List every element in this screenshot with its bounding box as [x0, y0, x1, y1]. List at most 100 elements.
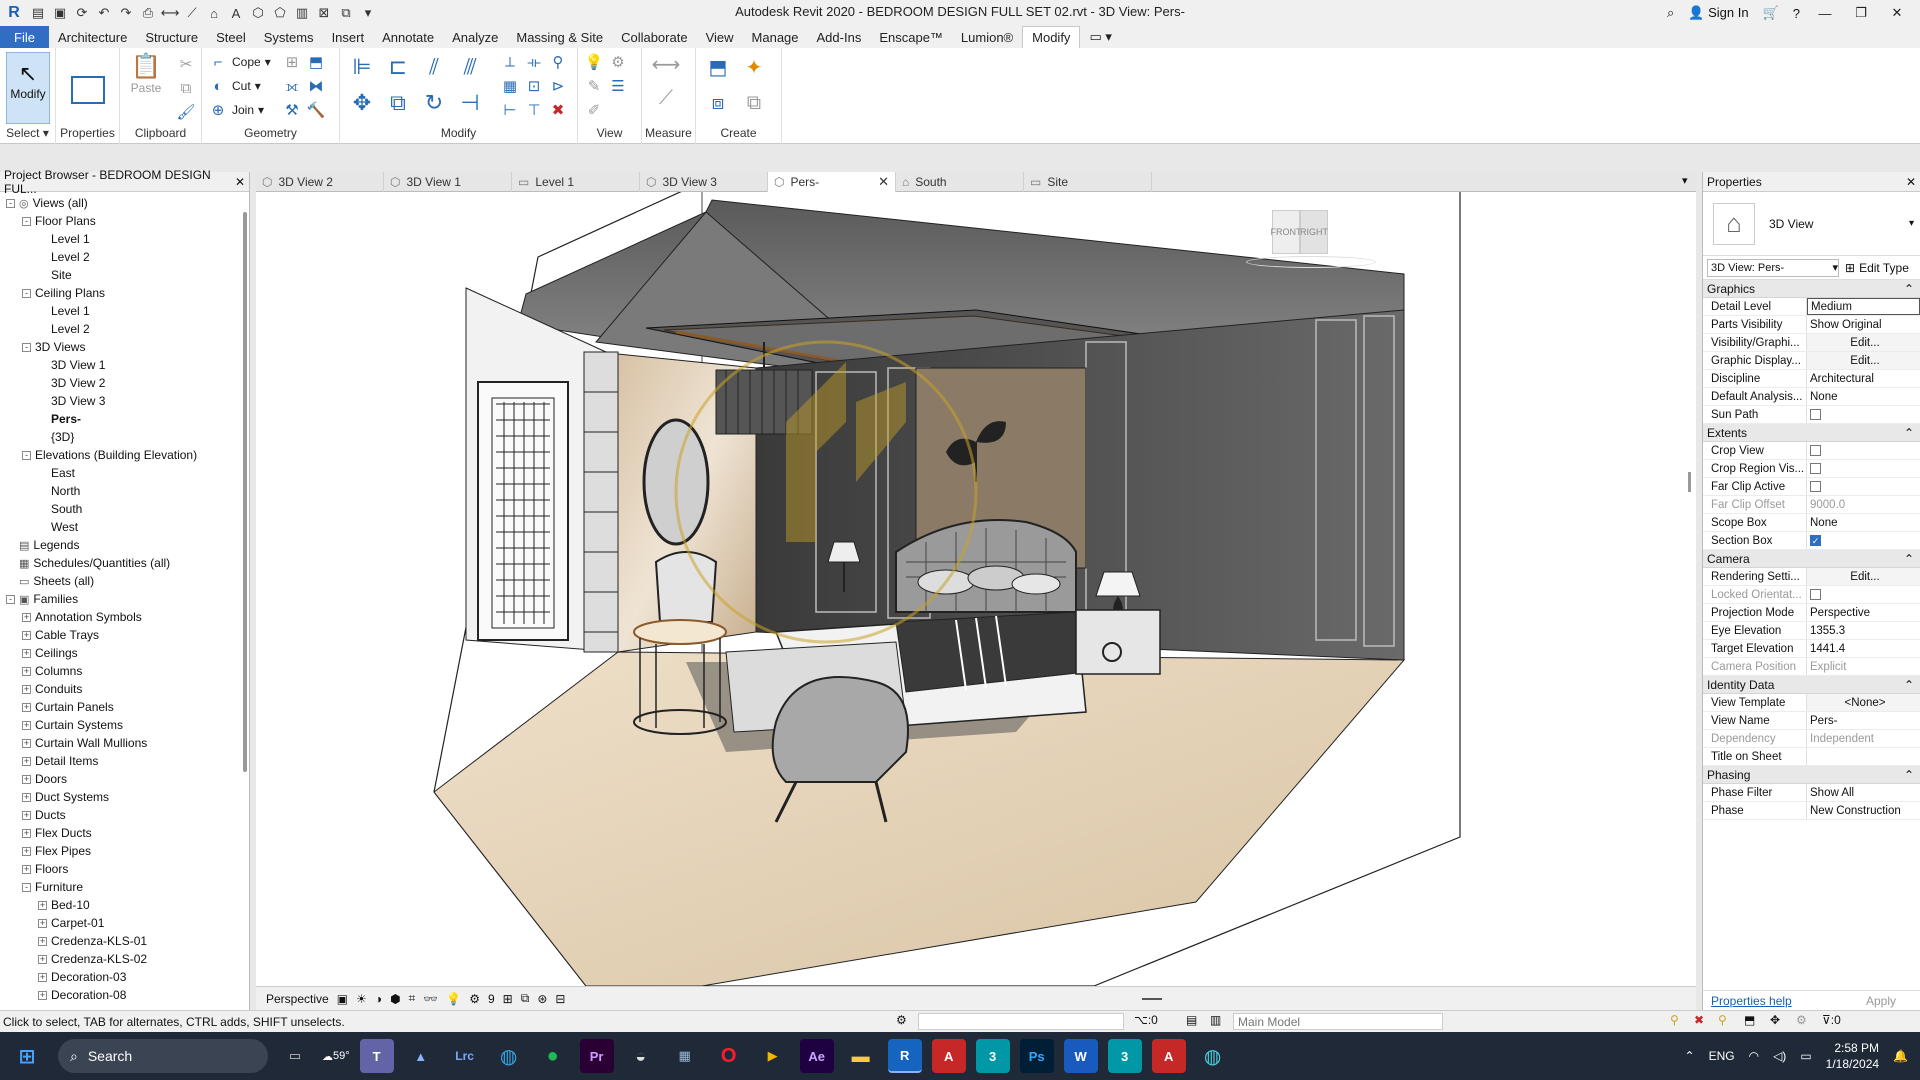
teams-icon[interactable]: T: [359, 1039, 394, 1073]
3d-view-icon[interactable]: ⬡: [250, 5, 266, 21]
tray-overflow-icon[interactable]: ⌃: [1685, 1049, 1695, 1063]
mirror-draw-icon[interactable]: ⫻: [454, 52, 486, 82]
browser-node[interactable]: Level 2: [38, 248, 90, 266]
browser-node[interactable]: - Furniture: [22, 878, 83, 896]
linework-icon[interactable]: ✎: [584, 76, 604, 96]
help-icon[interactable]: ?: [1793, 6, 1800, 21]
hide-bulb-icon[interactable]: 💡: [584, 52, 604, 72]
browser-node[interactable]: Level 1: [38, 230, 90, 248]
view-tab-pers[interactable]: ⬡ Pers- ✕: [768, 172, 896, 192]
browser-node[interactable]: + Decoration-08: [38, 986, 126, 1004]
browser-node[interactable]: + Ceilings: [22, 644, 78, 662]
browser-node[interactable]: East: [38, 464, 75, 482]
switch-windows-icon[interactable]: ⧉: [338, 5, 354, 21]
property-value[interactable]: Medium: [1807, 298, 1920, 315]
browser-node[interactable]: + Credenza-KLS-02: [38, 950, 147, 968]
expand-icon[interactable]: +: [22, 774, 31, 784]
create-assembly-icon[interactable]: ⬒: [702, 52, 734, 82]
tab-annotate[interactable]: Annotate: [373, 26, 443, 48]
viewcube-front-face[interactable]: FRONT: [1271, 210, 1302, 254]
array-icon[interactable]: ▦: [500, 76, 520, 96]
viewport-hscroll-handle[interactable]: [1142, 998, 1162, 1000]
analysis-display-icon[interactable]: ⊞: [503, 992, 513, 1006]
property-value[interactable]: None: [1807, 388, 1920, 405]
premiere-icon[interactable]: Pr: [579, 1039, 614, 1073]
cut-button[interactable]: ◐ Cut ▾: [208, 76, 260, 96]
taskbar-search[interactable]: ⌕ Search: [58, 1039, 268, 1073]
view-tab-site[interactable]: ▭ Site: [1024, 172, 1152, 192]
after-effects-icon[interactable]: Ae: [799, 1039, 834, 1073]
demolish-icon[interactable]: ⚒: [282, 100, 302, 120]
close-icon[interactable]: ✕: [1906, 175, 1916, 189]
trim-single-icon[interactable]: ⊤: [524, 100, 544, 120]
wall-join-icon[interactable]: ⟗: [282, 76, 302, 96]
browser-node[interactable]: - Ceiling Plans: [22, 284, 105, 302]
measure-between-icon[interactable]: ⟷: [650, 54, 682, 76]
revit-taskbar-icon[interactable]: R: [887, 1039, 922, 1073]
close-button[interactable]: ✕: [1886, 5, 1908, 21]
opera-icon[interactable]: O: [712, 1039, 746, 1073]
properties-button[interactable]: [64, 54, 112, 104]
3dsmax-icon[interactable]: 3: [975, 1039, 1010, 1073]
visual-style-icon[interactable]: ▣: [337, 992, 348, 1006]
split-face-icon[interactable]: ⬒: [306, 52, 326, 72]
property-value[interactable]: [1807, 748, 1920, 765]
browser-node[interactable]: + Flex Pipes: [22, 842, 91, 860]
notification-icon[interactable]: 🔔: [1893, 1049, 1908, 1063]
collapse-icon[interactable]: -: [22, 882, 31, 892]
tab-modify[interactable]: Modify: [1022, 26, 1081, 48]
offset-icon[interactable]: ⊏: [382, 52, 414, 82]
override-icon[interactable]: ⚙: [608, 52, 628, 72]
tab-collaborate[interactable]: Collaborate: [612, 26, 697, 48]
select-by-face-icon[interactable]: ⬒: [1744, 1013, 1755, 1027]
expand-icon[interactable]: +: [22, 684, 31, 694]
tab-view[interactable]: View: [697, 26, 743, 48]
property-value[interactable]: None: [1807, 514, 1920, 531]
expand-icon[interactable]: +: [38, 918, 47, 928]
binoculars-icon[interactable]: ⌕: [1667, 5, 1674, 21]
tab-architecture[interactable]: Architecture: [49, 26, 136, 48]
highlight-displacement-icon[interactable]: ⧉: [521, 991, 530, 1006]
paint-icon[interactable]: ⧓: [306, 76, 326, 96]
expand-icon[interactable]: +: [22, 720, 31, 730]
reveal-hidden-icon[interactable]: 💡: [446, 992, 461, 1006]
pinned-icon[interactable]: ⚲: [1718, 1013, 1727, 1027]
restore-button[interactable]: ❐: [1850, 5, 1872, 21]
wall-joins-icon[interactable]: ⊞: [282, 52, 302, 72]
expand-icon[interactable]: +: [22, 864, 31, 874]
edge-icon[interactable]: ◍: [492, 1039, 526, 1073]
property-value[interactable]: Pers-: [1807, 712, 1920, 729]
property-value[interactable]: Edit...: [1807, 352, 1920, 369]
tab-manage[interactable]: Manage: [743, 26, 808, 48]
property-value[interactable]: Edit...: [1807, 568, 1920, 585]
close-icon[interactable]: ✕: [235, 175, 245, 189]
browser-node[interactable]: + Flex Ducts: [22, 824, 92, 842]
align-icon[interactable]: ⊫: [346, 52, 378, 82]
view-tab-south[interactable]: ⌂ South: [896, 172, 1024, 192]
background-process-icon[interactable]: ⚙: [1796, 1013, 1807, 1027]
browser-node[interactable]: Site: [38, 266, 72, 284]
copy-icon[interactable]: ⧉: [176, 78, 196, 98]
browser-node[interactable]: -3D Views: [22, 338, 85, 356]
property-value[interactable]: Architectural: [1807, 370, 1920, 387]
instance-selector[interactable]: 3D View: Pers- ▾: [1707, 258, 1839, 277]
word-icon[interactable]: W: [1063, 1039, 1098, 1073]
windows-start-icon[interactable]: ⊞: [10, 1039, 44, 1073]
checkbox[interactable]: [1810, 481, 1821, 492]
edit-type-button[interactable]: ⊞ Edit Type: [1845, 261, 1909, 275]
expand-icon[interactable]: +: [22, 810, 31, 820]
contextual-tab-toggle[interactable]: ▭ ▾: [1080, 26, 1120, 48]
browser-node[interactable]: Level 2: [38, 320, 90, 338]
aligned-dimension-icon[interactable]: ⟋: [650, 87, 682, 109]
collapse-icon[interactable]: ⌃: [1904, 768, 1914, 782]
tag-icon[interactable]: ⌂: [206, 5, 222, 21]
view-tab-3d-view-3[interactable]: ⬡ 3D View 3: [640, 172, 768, 192]
tab-insert[interactable]: Insert: [323, 26, 374, 48]
browser-node[interactable]: + Curtain Panels: [22, 698, 114, 716]
expand-icon[interactable]: +: [38, 954, 47, 964]
move-icon[interactable]: ✥: [346, 88, 378, 118]
collapse-icon[interactable]: -: [22, 288, 31, 298]
links-icon[interactable]: ⚲: [1670, 1013, 1679, 1027]
property-value[interactable]: Edit...: [1807, 334, 1920, 351]
worksets-icon[interactable]: ⚙: [896, 1013, 907, 1027]
